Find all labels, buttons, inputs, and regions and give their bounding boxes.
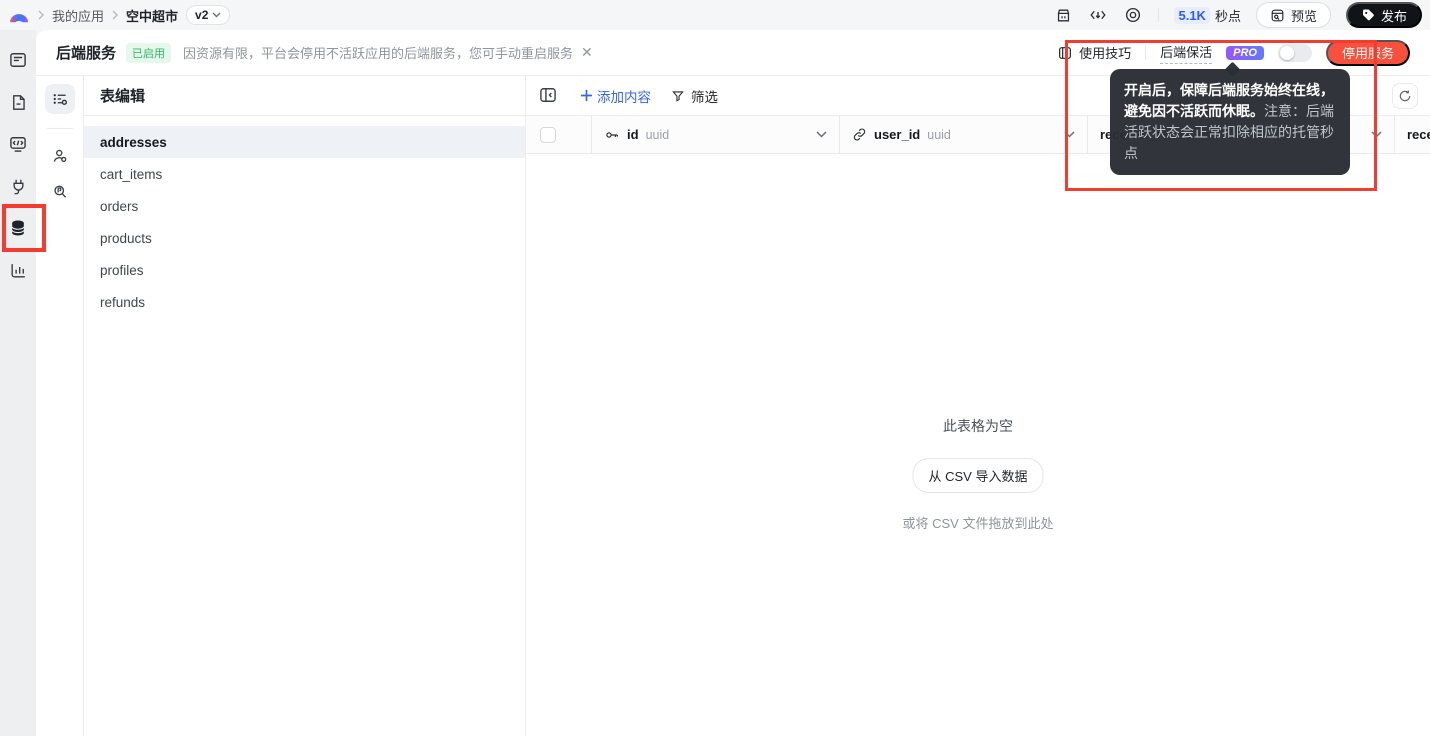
code-window-icon[interactable] xyxy=(8,134,28,154)
empty-state: 此表格为空 从 CSV 导入数据 或将 CSV 文件拖放到此处 xyxy=(903,416,1054,532)
primary-key-icon xyxy=(606,131,618,138)
keepalive-toggle[interactable] xyxy=(1277,43,1312,62)
column-header-id[interactable]: id uuid xyxy=(592,116,840,153)
table-list-item-addresses[interactable]: addresses xyxy=(84,126,525,158)
empty-state-hint: 或将 CSV 文件拖放到此处 xyxy=(902,516,1054,531)
table-area: 添加内容 筛选 id uuid user_id uuid rec 此表格为空 从… xyxy=(526,76,1430,736)
publish-icon xyxy=(1363,9,1374,21)
notice-text: 因资源有限，平台会停用不活跃应用的后端服务，您可手动重启服务 xyxy=(183,46,574,61)
table-list-item-products[interactable]: products xyxy=(84,222,525,254)
table-editor-icon[interactable] xyxy=(44,84,75,114)
chart-icon[interactable] xyxy=(8,260,28,280)
chevron-right-icon xyxy=(37,10,45,20)
chevron-down-icon[interactable] xyxy=(1371,131,1382,138)
app-logo xyxy=(8,6,30,24)
grid-header-checkbox-cell xyxy=(526,116,592,153)
toggle-knob xyxy=(1279,45,1294,60)
keepalive-tooltip: 开启后，保障后端服务始终在线，避免因不活跃而休眠。注意：后端活跃状态会正常扣除相… xyxy=(1110,69,1350,175)
topbar: 我的应用 空中超市 v2 5.1K 秒点 预览 发布 xyxy=(0,0,1430,30)
usage-tips-label: 使用技巧 xyxy=(1079,46,1132,61)
tables-panel-header: 表编辑 xyxy=(84,76,525,116)
status-badge: 已启用 xyxy=(126,42,172,63)
preview-label: 预览 xyxy=(1290,8,1317,24)
divider xyxy=(46,128,73,129)
grid-body: 此表格为空 从 CSV 导入数据 或将 CSV 文件拖放到此处 xyxy=(526,154,1430,736)
column-header-receiver[interactable]: receiver xyxy=(1395,116,1430,153)
pro-badge: PRO xyxy=(1226,45,1264,60)
stop-service-button[interactable]: 停用服务 xyxy=(1325,39,1410,66)
publish-label: 发布 xyxy=(1380,8,1407,24)
chevron-down-icon[interactable] xyxy=(1064,131,1075,138)
storefront-icon[interactable] xyxy=(1053,5,1073,25)
target-icon[interactable] xyxy=(1123,5,1143,25)
refresh-icon xyxy=(1399,89,1411,101)
tables-panel-title: 表编辑 xyxy=(100,88,146,105)
table-list-item-orders[interactable]: orders xyxy=(84,190,525,222)
table-list: addresses cart_items orders products pro… xyxy=(84,116,525,318)
add-content-button[interactable]: 添加内容 xyxy=(580,86,651,106)
select-all-checkbox[interactable] xyxy=(540,126,556,143)
version-dropdown[interactable]: v2 xyxy=(186,5,231,25)
page-title: 后端服务 xyxy=(56,45,117,62)
breadcrumb-my-apps[interactable]: 我的应用 xyxy=(52,6,104,25)
credits-value: 5.1K xyxy=(1174,6,1210,24)
import-csv-button[interactable]: 从 CSV 导入数据 xyxy=(912,458,1044,493)
secondary-sidebar xyxy=(36,76,84,736)
table-list-item-profiles[interactable]: profiles xyxy=(84,254,525,286)
empty-state-title: 此表格为空 xyxy=(943,418,1013,434)
chevron-down-icon[interactable] xyxy=(816,131,827,138)
column-header-user-id[interactable]: user_id uuid xyxy=(840,116,1088,153)
version-label: v2 xyxy=(195,8,209,22)
filter-label: 筛选 xyxy=(691,89,718,105)
file-icon[interactable] xyxy=(8,92,28,112)
credits-unit: 秒点 xyxy=(1214,8,1241,24)
tables-panel: 表编辑 addresses cart_items orders products… xyxy=(84,76,526,736)
code-download-icon[interactable] xyxy=(1088,5,1108,25)
plug-icon[interactable] xyxy=(8,176,28,196)
preview-icon xyxy=(1271,9,1284,21)
keepalive-label: 后端保活 xyxy=(1160,42,1213,64)
divider xyxy=(1145,45,1147,60)
usage-tips-button[interactable]: 使用技巧 xyxy=(1057,43,1131,62)
divider xyxy=(1158,8,1160,22)
tips-icon xyxy=(1059,46,1072,59)
collapse-panel-icon[interactable] xyxy=(538,85,560,107)
users-icon[interactable] xyxy=(45,141,75,171)
browser-icon[interactable] xyxy=(8,50,28,70)
magnifier-key-icon[interactable] xyxy=(45,177,75,207)
breadcrumb-app-name: 空中超市 xyxy=(126,8,179,24)
chevron-down-icon xyxy=(212,12,221,18)
funnel-icon xyxy=(672,90,684,102)
preview-button[interactable]: 预览 xyxy=(1255,2,1331,28)
primary-sidebar xyxy=(0,30,36,736)
chevron-right-icon xyxy=(111,10,119,20)
plus-icon xyxy=(580,89,593,102)
foreign-key-icon xyxy=(853,128,866,141)
close-icon[interactable]: ✕ xyxy=(581,44,593,61)
refresh-button[interactable] xyxy=(1392,82,1418,109)
table-list-item-cart-items[interactable]: cart_items xyxy=(84,158,525,190)
database-icon[interactable] xyxy=(8,218,28,238)
add-content-label: 添加内容 xyxy=(597,89,651,105)
publish-button[interactable]: 发布 xyxy=(1345,2,1422,28)
credits-counter: 5.1K 秒点 xyxy=(1174,6,1241,25)
filter-button[interactable]: 筛选 xyxy=(671,86,718,106)
table-list-item-refunds[interactable]: refunds xyxy=(84,286,525,318)
